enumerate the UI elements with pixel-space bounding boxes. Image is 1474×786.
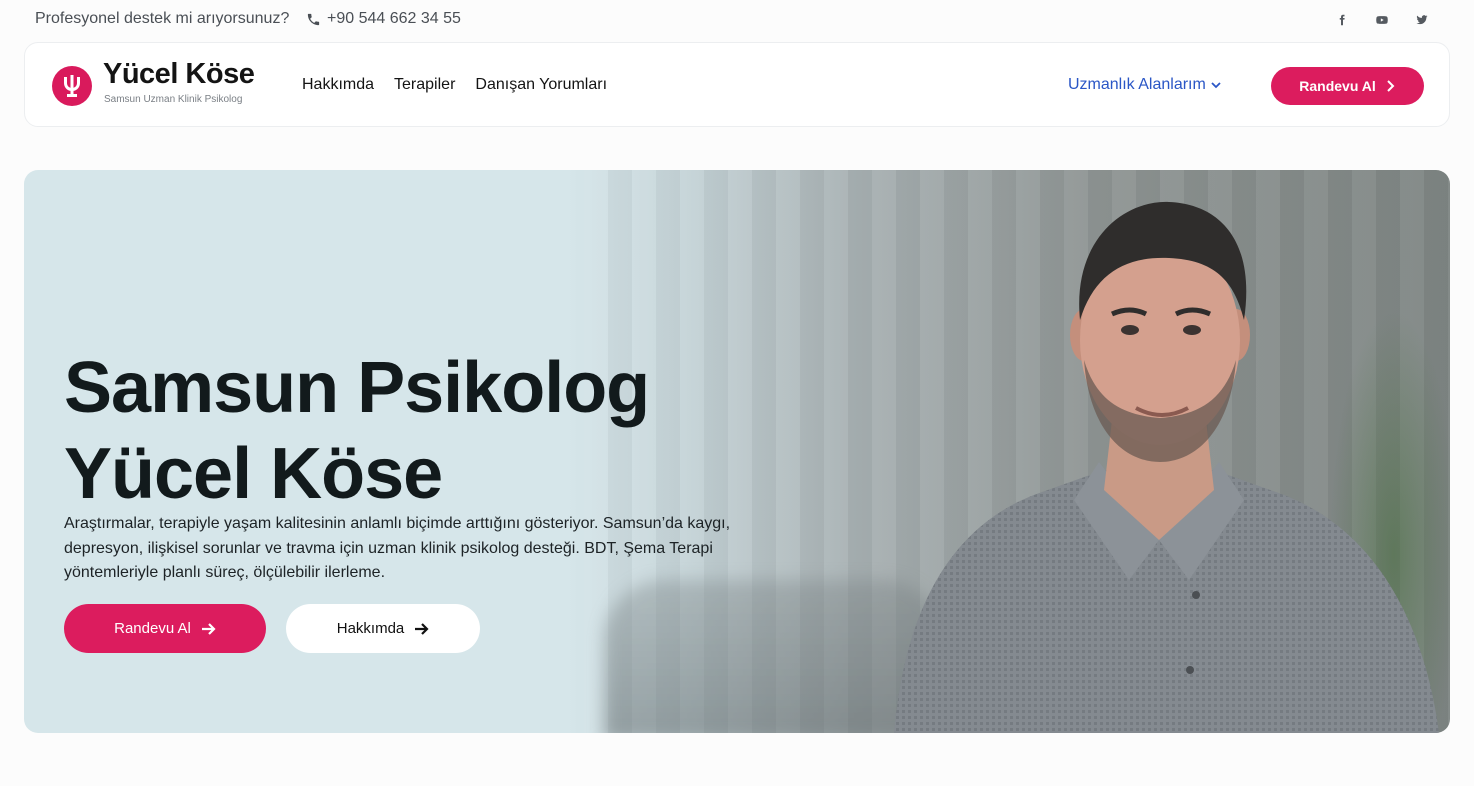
nav-item-therapies[interactable]: Terapiler (394, 76, 455, 94)
appointment-label: Randevu Al (1299, 78, 1376, 94)
hero-title-line2: Yücel Köse (64, 434, 443, 514)
brand-name[interactable]: Yücel Köse (103, 58, 255, 91)
psychologist-portrait (894, 201, 1439, 733)
youtube-icon[interactable] (1374, 12, 1390, 28)
top-bar: Profesyonel destek mi arıyorsunuz? +90 5… (0, 0, 1474, 40)
arrow-right-icon (415, 622, 429, 635)
facebook-icon[interactable] (1334, 12, 1350, 28)
appointment-button[interactable]: Randevu Al (1271, 67, 1424, 105)
specialty-dropdown[interactable]: Uzmanlık Alanlarım (1068, 76, 1221, 94)
phone-icon (307, 13, 320, 25)
brand-subtitle: Samsun Uzman Klinik Psikolog (104, 94, 243, 105)
hero-section: Samsun Psikolog Yücel Köse Araştırmalar,… (24, 170, 1450, 733)
arrow-right-icon (201, 622, 216, 635)
nav-item-reviews[interactable]: Danışan Yorumları (475, 76, 607, 94)
hero-description: Araştırmalar, terapiyle yaşam kalitesini… (64, 515, 731, 581)
hero-title-line1: Samsun Psikolog (64, 348, 650, 428)
specialty-label: Uzmanlık Alanlarım (1068, 76, 1206, 93)
hero-about-button[interactable]: Hakkımda (286, 604, 480, 653)
hero-appointment-label: Randevu Al (114, 620, 191, 637)
phone-link[interactable]: +90 544 662 34 55 (306, 10, 461, 28)
phone-number: +90 544 662 34 55 (327, 10, 461, 27)
social-links (1334, 12, 1430, 28)
nav-links: Hakkımda Terapiler Danışan Yorumları (302, 76, 607, 94)
hero-title: Samsun Psikolog Yücel Köse (64, 345, 650, 517)
chevron-right-icon (1387, 80, 1395, 92)
hero-about-label: Hakkımda (336, 620, 405, 637)
twitter-icon[interactable] (1414, 12, 1430, 28)
main-navbar: Yücel Köse Samsun Uzman Klinik Psikolog … (24, 42, 1450, 127)
hero-appointment-button[interactable]: Randevu Al (64, 604, 266, 653)
psi-logo-icon[interactable] (52, 66, 92, 106)
chevron-down-icon (1211, 82, 1221, 89)
nav-item-about[interactable]: Hakkımda (302, 76, 374, 94)
support-message: Profesyonel destek mi arıyorsunuz? (35, 10, 290, 27)
